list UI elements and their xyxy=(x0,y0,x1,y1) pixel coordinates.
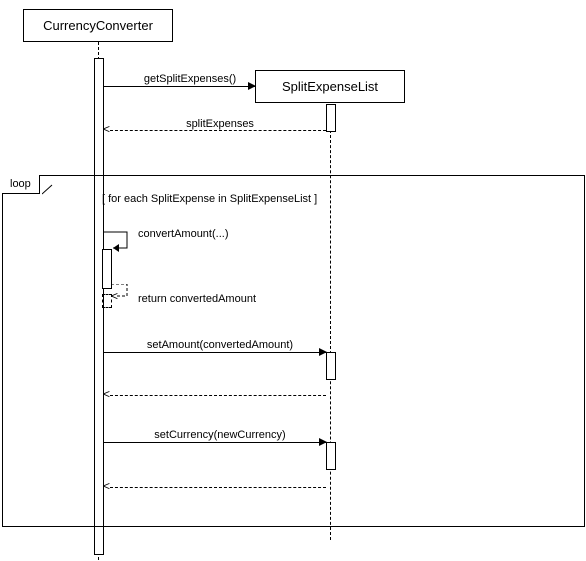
arrow-head-icon: < xyxy=(111,292,118,300)
loop-operator-label: loop xyxy=(10,178,31,190)
return-arrow xyxy=(110,130,326,131)
participant-split-expense-list: SplitExpenseList xyxy=(255,70,405,103)
participant-currency-converter: CurrencyConverter xyxy=(23,9,173,42)
message-arrow xyxy=(103,86,255,87)
message-arrow xyxy=(103,442,326,443)
message-label: getSplitExpenses() xyxy=(130,73,250,85)
self-call-arrow xyxy=(103,228,133,252)
participant-label: CurrencyConverter xyxy=(43,18,153,33)
arrow-head-icon xyxy=(319,348,327,356)
message-label: splitExpenses xyxy=(170,118,270,130)
arrow-head-icon: < xyxy=(103,482,110,490)
loop-guard: [ for each SplitExpense in SplitExpenseL… xyxy=(102,193,317,205)
loop-operator-tab: loop xyxy=(2,175,40,194)
message-label: convertAmount(...) xyxy=(138,228,228,240)
message-label: return convertedAmount xyxy=(138,293,256,305)
message-label: setCurrency(newCurrency) xyxy=(140,429,300,441)
tab-notch-icon xyxy=(42,175,54,195)
return-arrow xyxy=(110,395,326,396)
participant-label: SplitExpenseList xyxy=(282,79,378,94)
arrow-head-icon: < xyxy=(103,125,110,133)
message-label: setAmount(convertedAmount) xyxy=(140,339,300,351)
loop-fragment xyxy=(2,175,585,527)
activation-self-convert xyxy=(102,249,112,289)
arrow-head-icon: < xyxy=(103,390,110,398)
arrow-head-icon xyxy=(319,438,327,446)
activation-split-expense-list-3 xyxy=(326,442,336,470)
message-arrow xyxy=(103,352,326,353)
activation-split-expense-list-2 xyxy=(326,352,336,380)
return-arrow xyxy=(110,487,326,488)
activation-split-expense-list-1 xyxy=(326,104,336,132)
